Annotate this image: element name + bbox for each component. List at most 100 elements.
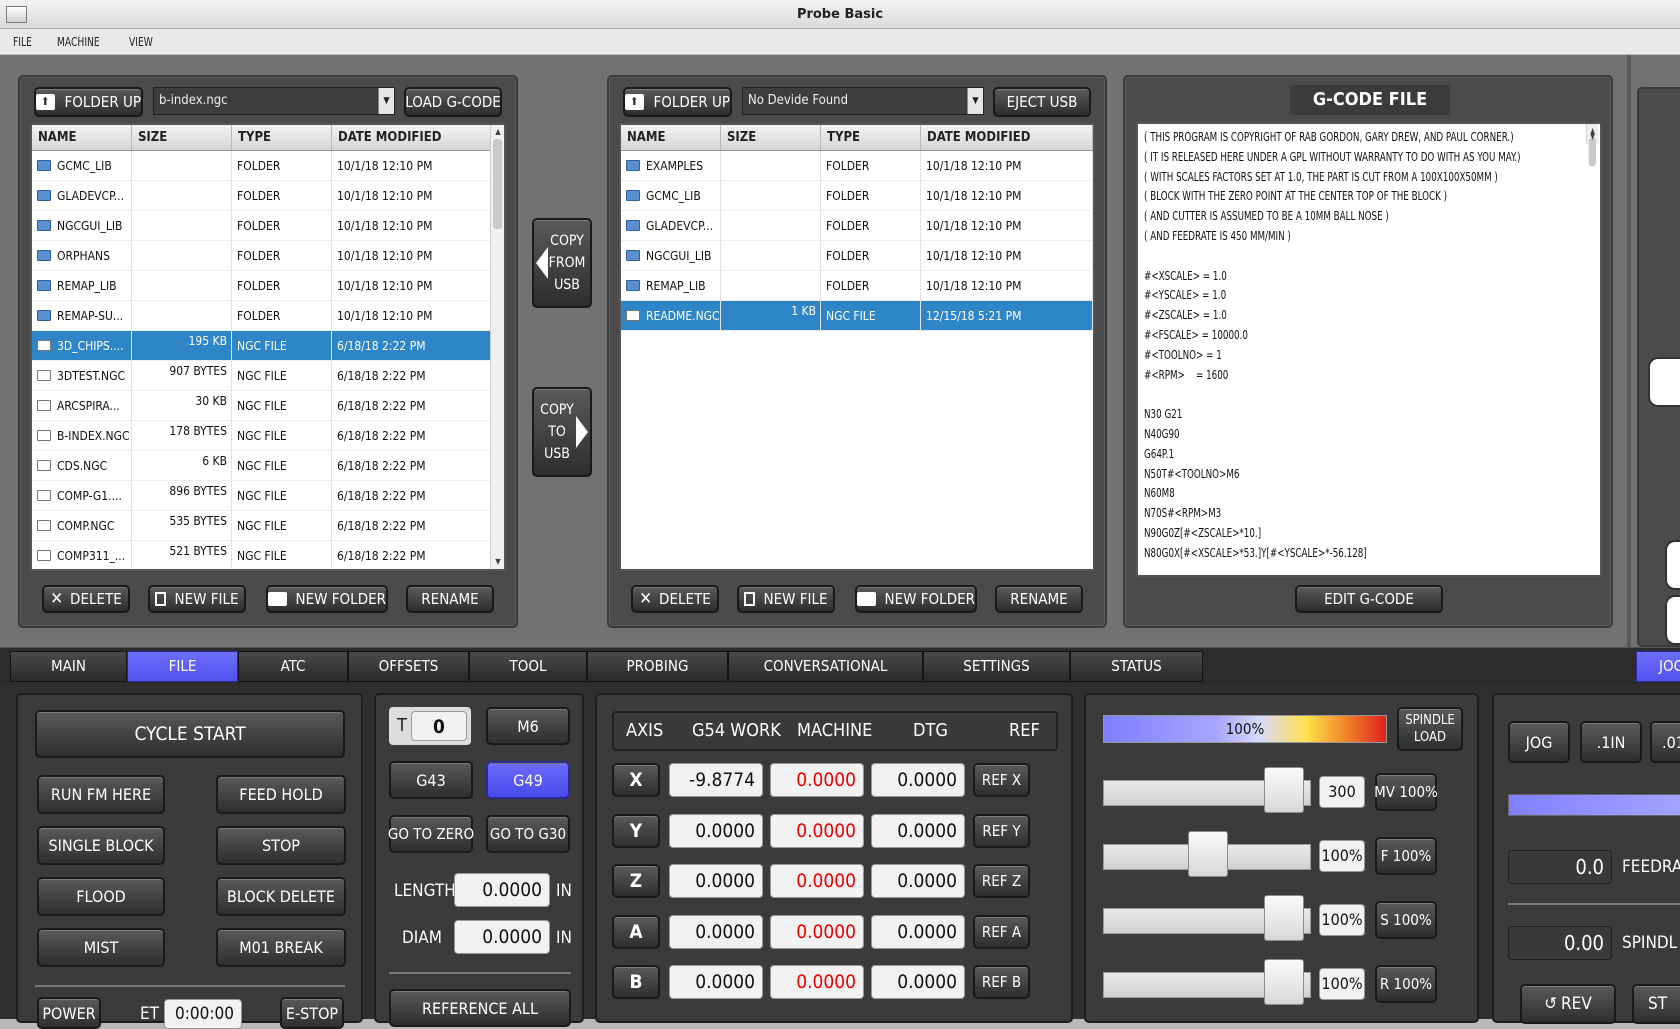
tab-atc[interactable]: ATC (238, 651, 348, 682)
g43-button[interactable]: G43 (389, 761, 473, 799)
tab-offsets[interactable]: OFFSETS (348, 651, 469, 682)
tab-main[interactable]: MAIN (10, 651, 127, 682)
window-icon[interactable] (6, 6, 27, 23)
axis-button-z[interactable]: Z (612, 864, 660, 898)
tab-settings[interactable]: SETTINGS (923, 651, 1070, 682)
stop-button[interactable]: STOP (216, 826, 346, 865)
g54-work-value[interactable]: 0.0000 (669, 965, 763, 999)
table-row[interactable]: GLADEVCP... FOLDER 10/1/18 12:10 PM (621, 211, 1093, 241)
override-reset-button[interactable]: F 100% (1375, 837, 1437, 875)
table-row[interactable]: GLADEVCP... FOLDER 10/1/18 12:10 PM (32, 181, 504, 211)
table-row[interactable]: EXAMPLES FOLDER 10/1/18 12:10 PM (621, 151, 1093, 181)
power-button[interactable]: POWER (37, 997, 101, 1029)
go-to-g30-button[interactable]: GO TO G30 (486, 815, 570, 853)
load-gcode-button[interactable]: LOAD G-CODE (404, 87, 502, 117)
axis-button-b[interactable]: B (612, 965, 660, 999)
local-new-folder-button[interactable]: NEW FOLDER (266, 585, 388, 613)
ref-y-button[interactable]: REF Y (973, 813, 1030, 848)
col-size[interactable]: SIZE (721, 125, 821, 150)
local-folder-up-button[interactable]: ⬆ FOLDER UP (34, 87, 143, 117)
ref-x-button[interactable]: REF X (973, 763, 1030, 797)
col-name[interactable]: NAME (32, 125, 132, 150)
block-delete-button[interactable]: BLOCK DELETE (216, 877, 346, 916)
spindle-reverse-button[interactable]: ↺ REV (1520, 984, 1616, 1024)
tool-number-input[interactable]: 0 (411, 711, 467, 741)
tab-probing[interactable]: PROBING (587, 651, 728, 682)
slider-handle[interactable] (1264, 895, 1304, 941)
table-row[interactable]: 3DTEST.NGC 907 BYTES NGC FILE 6/18/18 2:22 … (32, 361, 504, 391)
spindle-stop-button[interactable]: ST (1632, 984, 1680, 1024)
g49-button[interactable]: G49 (486, 761, 570, 799)
menu-file[interactable]: FILE (13, 29, 32, 55)
side-arrow-icon[interactable] (1665, 540, 1680, 590)
col-date[interactable]: DATE MODIFIED (332, 125, 494, 150)
estop-button[interactable]: E-STOP (280, 997, 344, 1029)
usb-new-folder-button[interactable]: NEW FOLDER (855, 585, 977, 613)
axis-button-y[interactable]: Y (612, 813, 660, 848)
flood-button[interactable]: FLOOD (37, 877, 165, 916)
table-row[interactable]: ORPHANS FOLDER 10/1/18 12:10 PM (32, 241, 504, 271)
axis-button-x[interactable]: X (612, 763, 660, 797)
copy-to-usb-button[interactable]: COPY TO USB (532, 387, 592, 477)
axis-button-a[interactable]: A (612, 914, 660, 949)
table-row[interactable]: B-INDEX.NGC 178 BYTES NGC FILE 6/18/18 2:22… (32, 421, 504, 451)
jog-step-button[interactable]: .01 (1650, 721, 1680, 763)
col-date[interactable]: DATE MODIFIED (921, 125, 1093, 150)
table-row[interactable]: REMAP_LIB FOLDER 10/1/18 12:10 PM (32, 271, 504, 301)
reference-all-button[interactable]: REFERENCE ALL (389, 989, 571, 1027)
g54-work-value[interactable]: 0.0000 (669, 813, 763, 848)
go-to-zero-button[interactable]: GO TO ZERO (388, 815, 474, 853)
length-value[interactable]: 0.0000 (454, 873, 550, 907)
usb-device-combo[interactable]: No Devide Found ▼ (742, 87, 984, 115)
override-slider[interactable] (1103, 831, 1311, 877)
chevron-down-icon[interactable]: ▼ (967, 88, 983, 114)
col-size[interactable]: SIZE (132, 125, 232, 150)
table-row[interactable]: GCMC_LIB FOLDER 10/1/18 12:10 PM (32, 151, 504, 181)
m01-break-button[interactable]: M01 BREAK (216, 928, 346, 967)
local-new-file-button[interactable]: NEW FILE (148, 585, 246, 613)
scroll-thumb[interactable] (493, 139, 502, 229)
usb-new-file-button[interactable]: NEW FILE (737, 585, 835, 613)
jog-step-button[interactable]: .1IN (1580, 721, 1642, 763)
slider-handle[interactable] (1264, 767, 1304, 813)
override-reset-button[interactable]: R 100% (1375, 965, 1437, 1003)
col-type[interactable]: TYPE (821, 125, 921, 150)
col-type[interactable]: TYPE (232, 125, 332, 150)
diam-value[interactable]: 0.0000 (454, 920, 550, 954)
override-reset-button[interactable]: MV 100% (1374, 773, 1438, 811)
local-file-combo[interactable]: b-index.ngc ▼ (153, 87, 395, 115)
local-rename-button[interactable]: RENAME (406, 585, 494, 613)
ref-b-button[interactable]: REF B (973, 965, 1030, 999)
usb-folder-up-button[interactable]: ⬆ FOLDER UP (623, 87, 732, 117)
local-table-scrollbar[interactable]: ▲ ▼ (490, 125, 504, 569)
usb-delete-button[interactable]: ✕ DELETE (631, 585, 719, 613)
override-slider[interactable] (1103, 895, 1311, 941)
tab-tool[interactable]: TOOL (469, 651, 587, 682)
table-row[interactable]: GCMC_LIB FOLDER 10/1/18 12:10 PM (621, 181, 1093, 211)
tab-file[interactable]: FILE (127, 651, 238, 682)
slider-handle[interactable] (1188, 831, 1228, 877)
copy-from-usb-button[interactable]: COPY FROM USB (532, 218, 592, 308)
jog-mode-button[interactable]: JOG (1508, 721, 1570, 763)
run-from-here-button[interactable]: RUN FM HERE (37, 775, 165, 814)
table-row[interactable]: COMP-G1.... 896 BYTES NGC FILE 6/18/18 2:22… (32, 481, 504, 511)
g54-work-value[interactable]: 0.0000 (669, 864, 763, 898)
tab-jog[interactable]: JOG (1636, 651, 1680, 682)
table-row[interactable]: COMP311_... 521 BYTES NGC FILE 6/18/18 2:22… (32, 541, 504, 569)
table-row[interactable]: COMP.NGC 535 BYTES NGC FILE 6/18/18 2:22 PM (32, 511, 504, 541)
m6-button[interactable]: M6 (486, 707, 570, 745)
tab-status[interactable]: STATUS (1070, 651, 1203, 682)
g54-work-value[interactable]: -9.8774 (669, 763, 763, 797)
table-row[interactable]: ARCSPIRA... 30 KB NGC FILE 6/18/18 2:22 PM (32, 391, 504, 421)
col-name[interactable]: NAME (621, 125, 721, 150)
preview-scrollbar[interactable]: ▲ ▼ (1586, 124, 1599, 166)
tab-conversational[interactable]: CONVERSATIONAL (728, 651, 923, 682)
scroll-up-icon[interactable]: ▲ (491, 125, 504, 139)
single-block-button[interactable]: SINGLE BLOCK (37, 826, 165, 865)
scroll-down-icon[interactable]: ▼ (491, 555, 504, 569)
table-row[interactable]: 3D_CHIPS.... 195 KB NGC FILE 6/18/18 2:22 P… (32, 331, 504, 361)
mist-button[interactable]: MIST (37, 928, 165, 967)
table-row[interactable]: REMAP-SU... FOLDER 10/1/18 12:10 PM (32, 301, 504, 331)
local-delete-button[interactable]: ✕ DELETE (42, 585, 130, 613)
side-arrow-icon[interactable] (1665, 595, 1680, 645)
